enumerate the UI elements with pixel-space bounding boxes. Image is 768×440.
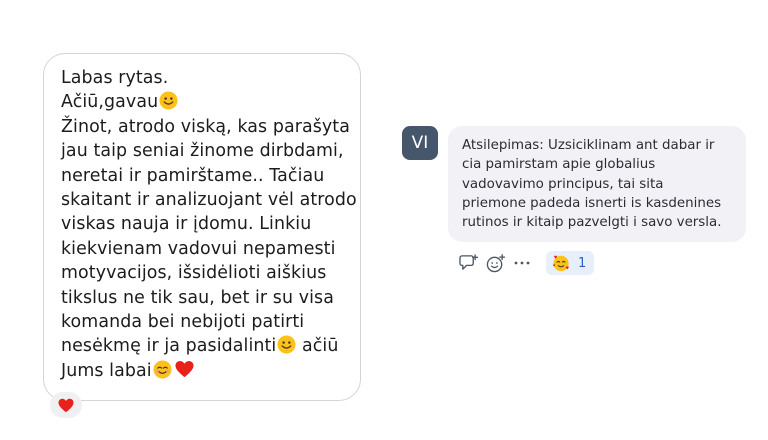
red-heart-emoji-icon — [175, 360, 194, 377]
message-line: Labas rytas. — [61, 68, 169, 88]
message-line: vadovavimo principus, tai sita — [462, 176, 664, 192]
user-avatar[interactable]: VI — [402, 126, 438, 160]
message-text: Labas rytas. Ačiū,gavau Žinot, atrodo vi… — [61, 66, 357, 383]
message-line: rutinos ir kitaip pazvelgti i savo versl… — [462, 215, 722, 231]
add-reaction-icon[interactable] — [484, 252, 506, 274]
message-line: skaitant ir analizuojant vėl atrodo — [61, 190, 357, 211]
smiling-face-emoji-icon — [153, 360, 172, 379]
message-line: kiekvienam vadovui nepamesti — [61, 238, 336, 259]
add-comment-icon[interactable] — [457, 252, 479, 274]
message-line: cia pamirstam apie globalius — [462, 157, 656, 173]
message-line: Ačiū,gavau — [61, 90, 344, 114]
message-reaction[interactable] — [50, 392, 82, 418]
slightly-smiling-face-emoji-icon — [277, 335, 296, 354]
incoming-message-bubble[interactable]: Labas rytas. Ačiū,gavau Žinot, atrodo vi… — [43, 53, 361, 401]
message-line: komanda bei nebijoti patirti — [61, 312, 305, 333]
message-line: nesėkmę ir ja pasidalinti ačiū — [61, 335, 339, 357]
message-line: Žinot, atrodo viską, kas parašyta — [61, 116, 350, 137]
red-heart-icon — [58, 398, 74, 412]
message-line: tikslus ne tik sau, bet ir su visa — [61, 287, 334, 308]
message-line: Atsilepimas: Uzsiciklinam ant dabar ir — [462, 138, 715, 153]
slightly-smiling-face-emoji-icon — [159, 91, 178, 110]
reaction-chip[interactable]: 1 — [546, 251, 595, 275]
message-line: jau taip seniai žinome dirbdami, — [61, 141, 344, 162]
avatar-initials: VI — [411, 133, 429, 153]
message-line: motyvacijos, išsidėlioti aiškius — [61, 263, 327, 284]
message-line: neretai ir pamirštame.. Tačiau — [61, 165, 325, 186]
smiling-face-with-hearts-icon — [553, 255, 569, 272]
message-line: viskas nauja ir įdomu. Linkiu — [61, 214, 312, 235]
message-line: Jums labai — [61, 359, 344, 383]
message-actions: 1 — [457, 250, 595, 276]
outgoing-message-bubble[interactable]: Atsilepimas: Uzsiciklinam ant dabar ir c… — [448, 126, 746, 242]
reaction-count: 1 — [578, 255, 587, 271]
message-line: priemone padeda isnerti is kasdenines — [462, 195, 722, 211]
more-options-icon[interactable] — [511, 252, 533, 274]
